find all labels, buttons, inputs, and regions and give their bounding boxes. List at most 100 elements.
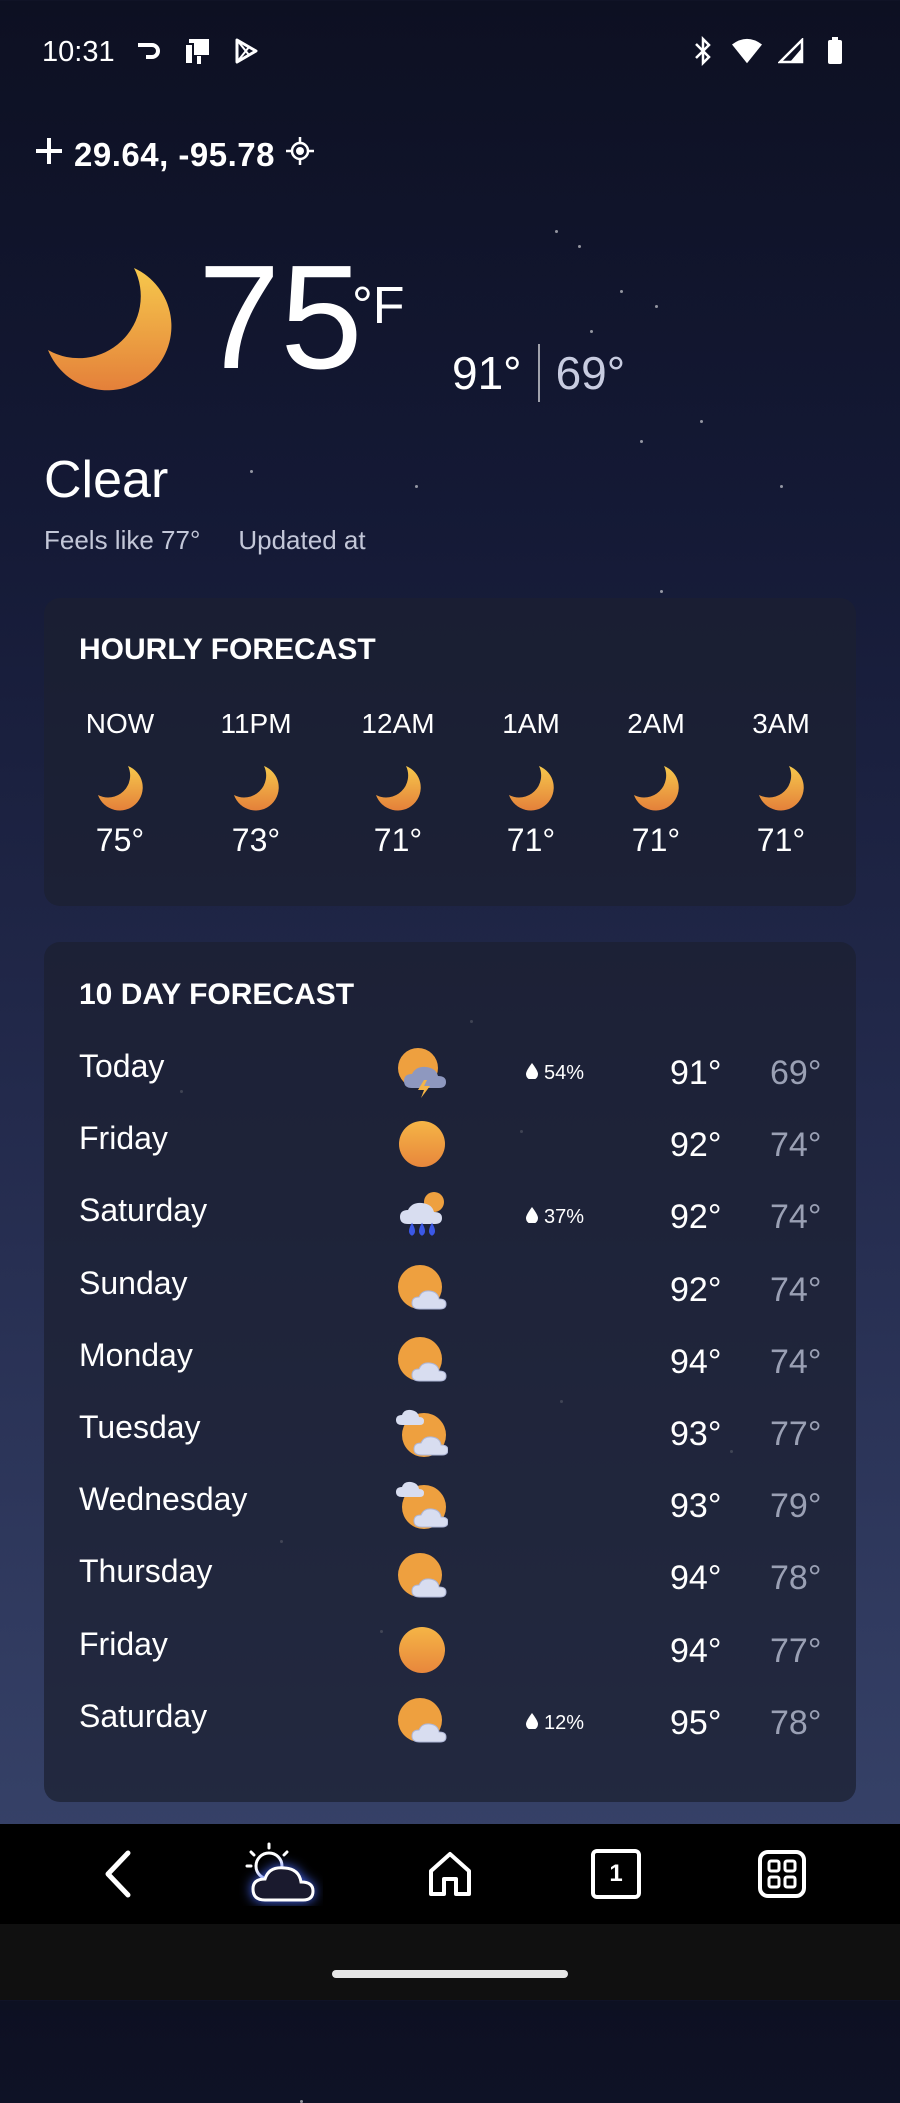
day-name: Thursday	[79, 1553, 213, 1590]
plus-icon[interactable]	[34, 136, 64, 174]
hourly-title: HOURLY FORECAST	[79, 633, 376, 666]
feels-like-row: Feels like 77° Updated at	[44, 525, 366, 556]
mostly-cloudy-icon	[396, 1407, 449, 1459]
weather-app-icon[interactable]	[236, 1842, 326, 1904]
status-bar: 10:31	[0, 0, 900, 108]
rain-icon	[396, 1190, 448, 1242]
home-icon[interactable]	[418, 1844, 482, 1904]
day-low: 77°	[770, 1631, 822, 1670]
cast-icon	[135, 36, 165, 66]
day-low: 74°	[770, 1126, 822, 1165]
thunderstorm-icon	[396, 1046, 448, 1098]
hourly-time: 12AM	[361, 708, 435, 739]
daily-row[interactable]: Thursday 94° 78°	[44, 1547, 856, 1607]
day-name: Tuesday	[79, 1409, 201, 1445]
wifi-icon	[732, 36, 762, 66]
location-target-icon[interactable]	[285, 136, 315, 174]
sun-icon	[396, 1118, 448, 1170]
day-name: Today	[79, 1048, 165, 1084]
feels-like: Feels like 77°	[44, 525, 201, 555]
day-high: 93°	[670, 1415, 722, 1453]
rain-chance: 12%	[526, 1712, 584, 1735]
day-low: 78°	[770, 1703, 822, 1742]
hourly-time: NOW	[85, 708, 155, 739]
play-store-icon	[231, 36, 261, 66]
hourly-temp: 71°	[373, 822, 423, 858]
location-coords: 29.64, -95.78	[74, 136, 275, 173]
day-high: 94°	[670, 1631, 722, 1670]
today-high: 91°	[452, 347, 522, 399]
rain-percent: 37%	[544, 1206, 585, 1229]
day-name: Sunday	[79, 1264, 188, 1301]
daily-title: 10 DAY FORECAST	[79, 978, 355, 1011]
hourly-temp: 71°	[756, 822, 806, 858]
day-high: 91°	[670, 1054, 722, 1092]
hourly-temp: 71°	[631, 822, 681, 858]
rain-chance: 54%	[526, 1062, 584, 1085]
daily-row[interactable]: Tuesday 93° 77°	[44, 1403, 856, 1463]
device-icon	[183, 36, 213, 66]
partly-cloudy-icon	[396, 1335, 448, 1387]
bluetooth-icon	[688, 36, 718, 66]
daily-row[interactable]: Sunday 92° 74°	[44, 1259, 856, 1319]
day-high: 95°	[670, 1703, 722, 1742]
moon-icon	[48, 268, 172, 391]
daily-row[interactable]: Saturday 12% 95° 78°	[44, 1692, 856, 1752]
daily-row[interactable]: Friday 94° 77°	[44, 1620, 856, 1680]
tab-count: 1	[591, 1849, 641, 1899]
daily-forecast-card[interactable]: 10 DAY FORECAST Today 54% 91° 69° Friday 92° 7…	[44, 942, 856, 1802]
daily-row[interactable]: Friday 92° 74°	[44, 1114, 856, 1174]
hourly-item: 2AM 71°	[596, 708, 716, 859]
day-low: 69°	[770, 1054, 822, 1092]
day-low: 79°	[770, 1487, 822, 1526]
hourly-time: 1AM	[502, 708, 560, 739]
moon-icon	[232, 764, 280, 812]
temperature-unit: °F	[352, 277, 405, 335]
day-high: 92°	[670, 1270, 722, 1309]
battery-icon	[820, 36, 850, 66]
gesture-handle[interactable]	[332, 1970, 568, 1978]
hourly-temp: 73°	[231, 822, 281, 858]
day-low: 78°	[770, 1559, 822, 1598]
hourly-time: 3AM	[752, 708, 810, 739]
status-time: 10:31	[42, 36, 115, 68]
apps-grid-icon[interactable]	[750, 1844, 814, 1904]
moon-icon	[374, 764, 422, 812]
day-name: Friday	[79, 1625, 168, 1662]
hourly-item: NOW 75°	[60, 708, 180, 859]
daily-row[interactable]: Today 54% 91° 69°	[44, 1042, 856, 1102]
today-low: 69°	[555, 347, 626, 399]
rain-chance: 37%	[526, 1206, 584, 1229]
day-high: 94°	[670, 1342, 722, 1381]
partly-cloudy-icon	[396, 1551, 448, 1603]
day-low: 74°	[770, 1342, 822, 1381]
day-name: Saturday	[79, 1192, 208, 1229]
hourly-item: 11PM 73°	[196, 708, 316, 859]
location-header[interactable]: 29.64, -95.78	[34, 136, 315, 174]
daily-row[interactable]: Wednesday 93° 79°	[44, 1475, 856, 1535]
signal-icon	[776, 36, 806, 66]
mostly-cloudy-icon	[396, 1479, 449, 1531]
rain-percent: 12%	[544, 1711, 585, 1734]
moon-icon	[757, 764, 805, 812]
hourly-item: 3AM 71°	[721, 708, 841, 859]
hourly-forecast-card[interactable]: HOURLY FORECAST NOW 75° 11PM 73° 12AM 71° 1AM 7…	[44, 598, 856, 906]
back-icon[interactable]	[86, 1844, 150, 1904]
day-name: Saturday	[79, 1697, 208, 1734]
day-name: Wednesday	[79, 1481, 248, 1518]
day-high: 92°	[670, 1198, 722, 1237]
tabs-icon[interactable]: 1	[584, 1844, 648, 1904]
daily-row[interactable]: Saturday 37% 92° 74°	[44, 1186, 856, 1246]
navigation-bar: 1	[0, 1824, 900, 1924]
partly-cloudy-icon	[396, 1696, 448, 1748]
raindrop-icon	[526, 1712, 538, 1735]
hourly-temp: 71°	[506, 822, 556, 858]
moon-icon	[96, 764, 144, 812]
hourly-temp: 75°	[95, 822, 145, 858]
daily-row[interactable]: Monday 94° 74°	[44, 1331, 856, 1391]
sun-icon	[396, 1624, 448, 1676]
hourly-item: 12AM 71°	[338, 708, 458, 859]
hourly-item: 1AM 71°	[471, 708, 591, 859]
day-low: 74°	[770, 1198, 822, 1237]
day-high: 92°	[670, 1126, 722, 1165]
